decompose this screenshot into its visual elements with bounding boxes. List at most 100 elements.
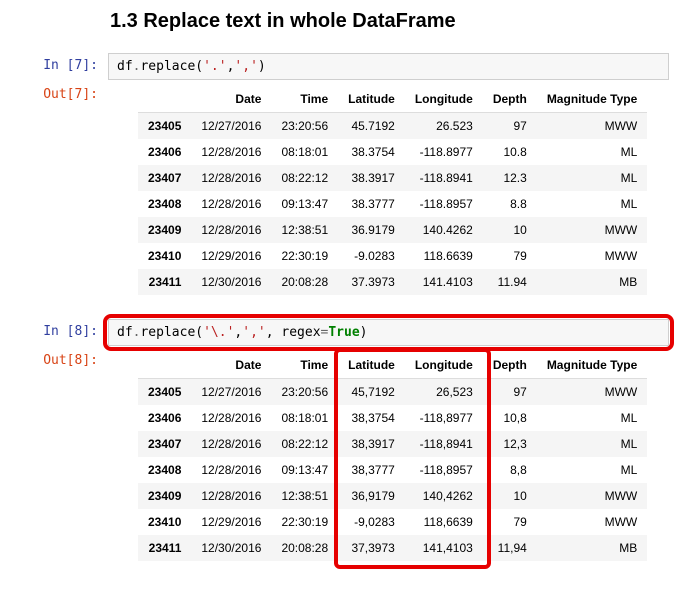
in-prompt-2: In [8]: [20, 319, 108, 346]
table-row: 2341012/29/201622:30:19-9,0283118,663979… [138, 509, 647, 535]
row-index: 23407 [138, 431, 191, 457]
table-cell: 12.3 [483, 165, 537, 191]
table-cell: 12:38:51 [271, 217, 338, 243]
row-index: 23410 [138, 243, 191, 269]
row-index: 23406 [138, 405, 191, 431]
table-cell: 26.523 [405, 113, 483, 140]
column-header: Time [271, 352, 338, 379]
dataframe-table-2: DateTimeLatitudeLongitudeDepthMagnitude … [138, 352, 647, 561]
table-cell: 23:20:56 [271, 113, 338, 140]
section-heading: 1.3 Replace text in whole DataFrame [110, 10, 669, 33]
table-cell: 12/27/2016 [191, 113, 271, 140]
table-cell: 12/28/2016 [191, 405, 271, 431]
column-header: Date [191, 86, 271, 113]
table-row: 2340912/28/201612:38:5136.9179140.426210… [138, 217, 647, 243]
table-row: 2340712/28/201608:22:1238.3917-118.89411… [138, 165, 647, 191]
table-cell: MWW [537, 509, 647, 535]
table-cell: 20:08:28 [271, 269, 338, 295]
table-row: 2341012/29/201622:30:19-9.0283118.663979… [138, 243, 647, 269]
table-cell: ML [537, 405, 647, 431]
table-cell: 38,3754 [338, 405, 405, 431]
table-cell: 8,8 [483, 457, 537, 483]
table-cell: 12/28/2016 [191, 217, 271, 243]
column-header: Time [271, 86, 338, 113]
table-row: 2340612/28/201608:18:0138.3754-118.89771… [138, 139, 647, 165]
table-cell: 36,9179 [338, 483, 405, 509]
column-header: Depth [483, 352, 537, 379]
table-cell: -118,8941 [405, 431, 483, 457]
table-cell: 12/28/2016 [191, 191, 271, 217]
column-header: Depth [483, 86, 537, 113]
table-cell: 97 [483, 379, 537, 406]
out-prompt-2: Out[8]: [20, 348, 108, 568]
out-prompt-1: Out[7]: [20, 82, 108, 299]
in-prompt-1: In [7]: [20, 53, 108, 80]
table-cell: MB [537, 269, 647, 295]
table-cell: -118.8977 [405, 139, 483, 165]
column-header: Latitude [338, 86, 405, 113]
row-index: 23411 [138, 269, 191, 295]
column-header: Magnitude Type [537, 86, 647, 113]
table-row: 2340512/27/201623:20:5645,719226,52397MW… [138, 379, 647, 406]
table-cell: 38.3917 [338, 165, 405, 191]
table-cell: 08:22:12 [271, 431, 338, 457]
table-cell: 22:30:19 [271, 509, 338, 535]
row-index: 23406 [138, 139, 191, 165]
table-cell: 26,523 [405, 379, 483, 406]
table-cell: 09:13:47 [271, 457, 338, 483]
table-row: 2340512/27/201623:20:5645.719226.52397MW… [138, 113, 647, 140]
table-cell: 12,3 [483, 431, 537, 457]
code-input-1[interactable]: df.replace('.',',') [108, 53, 669, 80]
row-index: 23405 [138, 379, 191, 406]
table-cell: 22:30:19 [271, 243, 338, 269]
table-cell: 08:22:12 [271, 165, 338, 191]
column-header: Latitude [338, 352, 405, 379]
output-area-2: DateTimeLatitudeLongitudeDepthMagnitude … [108, 348, 669, 568]
table-cell: 97 [483, 113, 537, 140]
table-row: 2340812/28/201609:13:4738,3777-118,89578… [138, 457, 647, 483]
table-cell: 141.4103 [405, 269, 483, 295]
table-cell: 79 [483, 243, 537, 269]
table-cell: 10 [483, 483, 537, 509]
row-index: 23408 [138, 191, 191, 217]
table-cell: 141,4103 [405, 535, 483, 561]
table-cell: 37,3973 [338, 535, 405, 561]
table-cell: 12/29/2016 [191, 243, 271, 269]
table-cell: MB [537, 535, 647, 561]
table-cell: 118,6639 [405, 509, 483, 535]
cell-2-output-row: Out[8]: DateTimeLatitudeLongitudeDepthMa… [20, 348, 669, 568]
table-cell: MWW [537, 243, 647, 269]
table-cell: 45,7192 [338, 379, 405, 406]
column-header: Magnitude Type [537, 352, 647, 379]
table-cell: 10.8 [483, 139, 537, 165]
table-cell: -118,8977 [405, 405, 483, 431]
cell-1-output-row: Out[7]: DateTimeLatitudeLongitudeDepthMa… [20, 82, 669, 299]
table-cell: -118.8957 [405, 191, 483, 217]
table-cell: 10 [483, 217, 537, 243]
table-cell: 12/27/2016 [191, 379, 271, 406]
table-cell: 36.9179 [338, 217, 405, 243]
cell-2-input-row: In [8]: df.replace('\.',',', regex=True) [20, 319, 669, 346]
table-cell: 37.3973 [338, 269, 405, 295]
row-index: 23410 [138, 509, 191, 535]
table-cell: 38,3777 [338, 457, 405, 483]
table-cell: 38,3917 [338, 431, 405, 457]
table-cell: 12/28/2016 [191, 483, 271, 509]
table-cell: -118,8957 [405, 457, 483, 483]
table-cell: 8.8 [483, 191, 537, 217]
row-index: 23409 [138, 217, 191, 243]
table-cell: -9.0283 [338, 243, 405, 269]
row-index: 23407 [138, 165, 191, 191]
column-header: Longitude [405, 86, 483, 113]
table-cell: 23:20:56 [271, 379, 338, 406]
table-cell: 12/29/2016 [191, 509, 271, 535]
table-cell: 12:38:51 [271, 483, 338, 509]
table-cell: -9,0283 [338, 509, 405, 535]
table-cell: 12/28/2016 [191, 431, 271, 457]
table-cell: 12/30/2016 [191, 535, 271, 561]
table-cell: MWW [537, 217, 647, 243]
code-input-2[interactable]: df.replace('\.',',', regex=True) [108, 319, 669, 346]
table-cell: 08:18:01 [271, 139, 338, 165]
table-cell: 11,94 [483, 535, 537, 561]
row-index: 23411 [138, 535, 191, 561]
